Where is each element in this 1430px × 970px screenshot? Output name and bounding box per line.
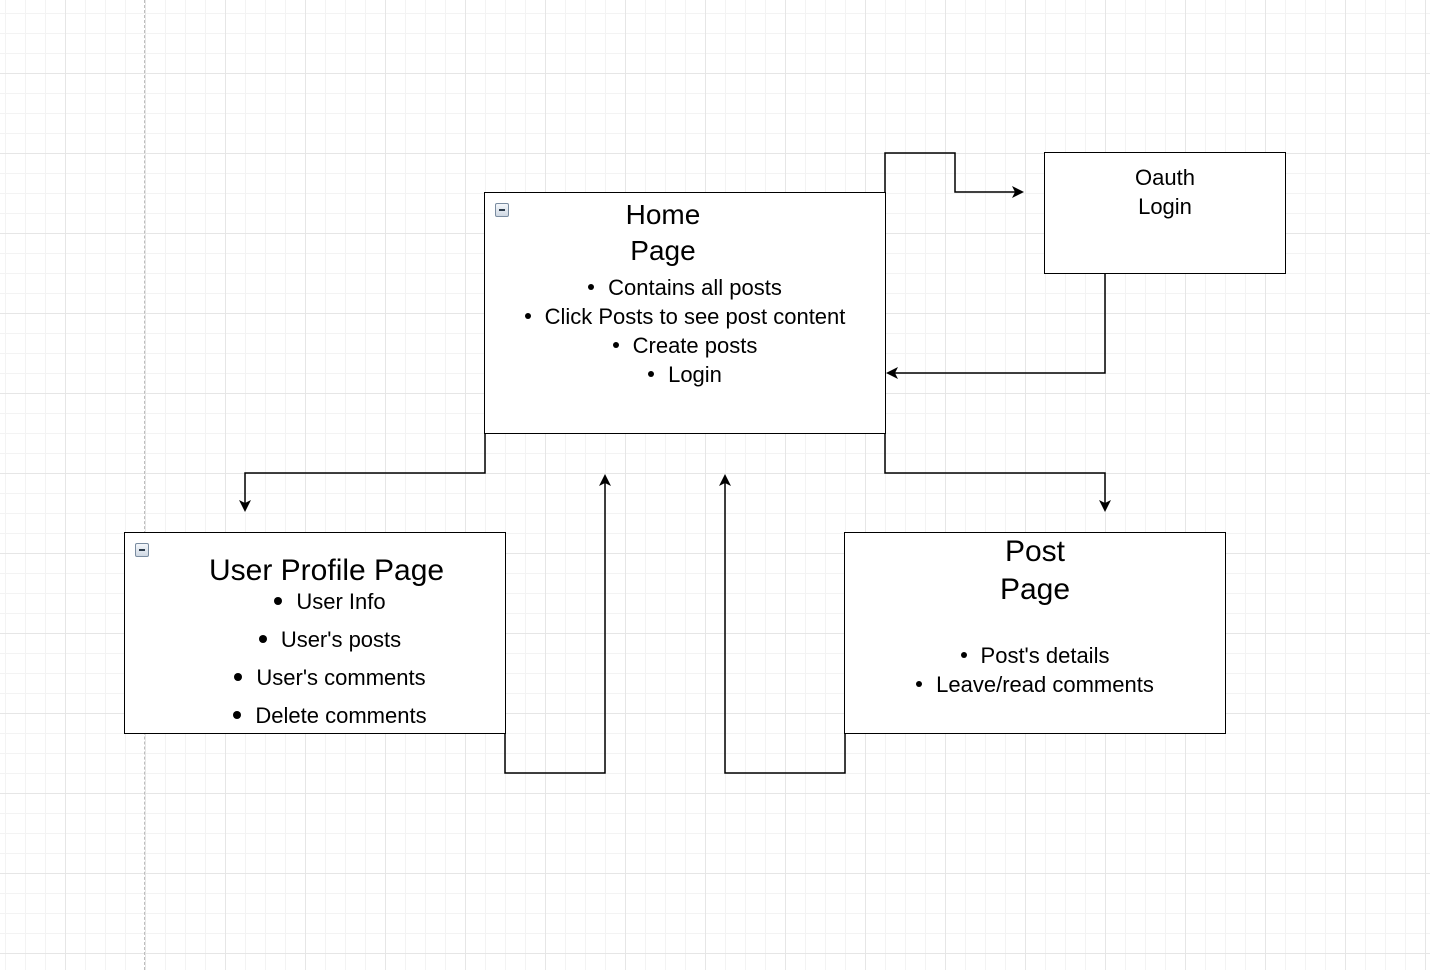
edge-post-to-home[interactable] [719,474,846,774]
bullet-icon [233,711,242,720]
edge-profile-to-home[interactable] [504,474,611,774]
bullet-icon [274,597,283,606]
bullet-icon [234,673,243,682]
connector-layer [239,152,1111,774]
bullet-icon [916,681,923,688]
list-item: Delete comments [155,697,505,735]
list-item: Create posts [485,331,885,360]
home-page-title: Home Page [485,197,885,269]
user-profile-page-node[interactable]: User Profile Page User Info User's posts… [124,532,506,734]
list-item: Click Posts to see post content [485,302,885,331]
home-page-feature-list: Contains all posts Click Posts to see po… [485,273,885,389]
list-item: Contains all posts [485,273,885,302]
bullet-icon [588,284,595,291]
diagram-canvas[interactable]: Home Page Contains all posts Click Posts… [0,0,1430,970]
list-item: User's posts [155,621,505,659]
user-profile-feature-list: User Info User's posts User's comments D… [155,583,505,735]
list-item-label: Leave/read comments [936,672,1154,697]
oauth-login-node[interactable]: Oauth Login [1044,152,1286,274]
oauth-login-title: Oauth Login [1045,163,1285,221]
edge-oauth-to-home[interactable] [886,274,1106,379]
post-title-line2: Page [999,573,1071,606]
post-page-title: Post Page [845,533,1225,609]
bullet-icon [258,635,267,644]
bullet-icon [960,652,967,659]
list-item: Post's details [845,641,1225,670]
post-title-line1: Post [1004,535,1066,568]
list-item-label: Contains all posts [608,275,782,300]
edge-home-to-profile[interactable] [239,433,486,512]
home-title-line2: Page [630,235,696,266]
list-item-label: User's comments [256,665,426,690]
edge-home-to-post[interactable] [884,433,1111,512]
list-item-label: Create posts [632,333,758,358]
edge-home-to-oauth[interactable] [884,152,1024,198]
post-page-node[interactable]: Post Page Post's details Leave/read comm… [844,532,1226,734]
bullet-icon [524,313,531,320]
list-item: Leave/read comments [845,670,1225,699]
collapse-icon[interactable] [135,543,149,557]
home-title-line1: Home [625,199,701,230]
list-item-label: Login [668,362,722,387]
oauth-title-line1: Oauth [1135,165,1195,190]
bullet-icon [648,371,655,378]
list-item: User Info [155,583,505,621]
list-item-label: Delete comments [255,703,427,728]
bullet-icon [612,342,619,349]
home-page-node[interactable]: Home Page Contains all posts Click Posts… [484,192,886,434]
list-item: User's comments [155,659,505,697]
list-item-label: Click Posts to see post content [544,304,846,329]
list-item-label: User's posts [280,627,402,652]
post-page-feature-list: Post's details Leave/read comments [845,641,1225,699]
list-item-label: Post's details [980,643,1110,668]
list-item-label: User Info [296,589,386,614]
oauth-title-line2: Login [1138,194,1192,219]
list-item: Login [485,360,885,389]
